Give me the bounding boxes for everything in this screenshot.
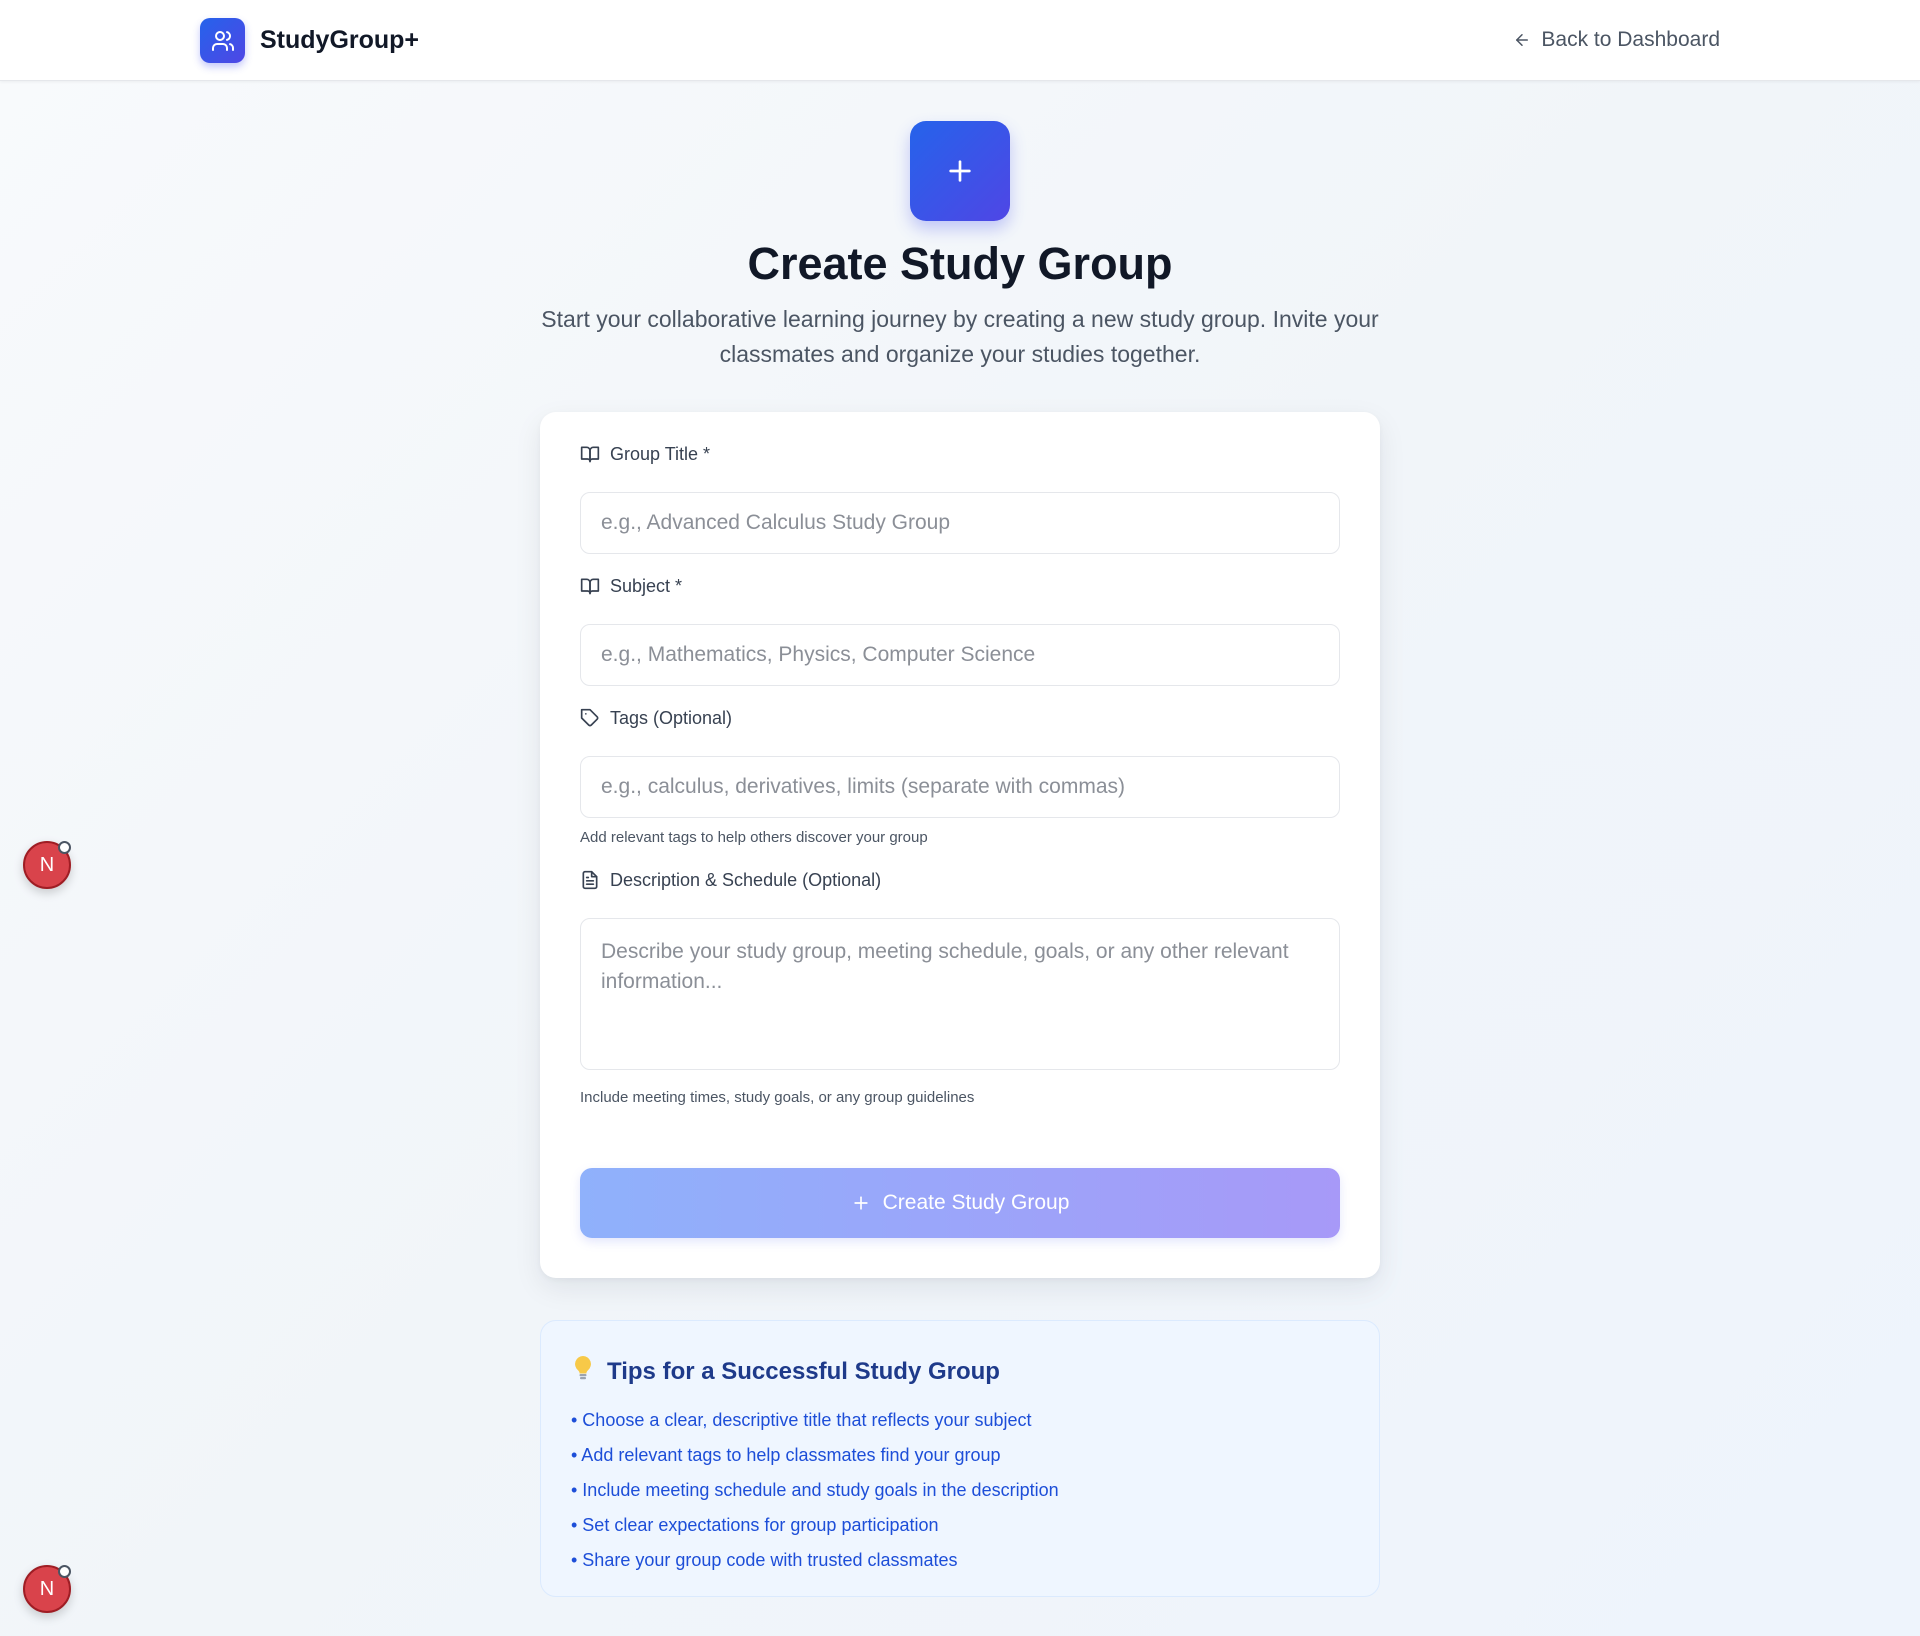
book-open-icon bbox=[580, 578, 600, 595]
create-study-group-button-label: Create Study Group bbox=[882, 1191, 1070, 1214]
subject-input[interactable] bbox=[580, 624, 1340, 686]
notification-dot bbox=[58, 1565, 71, 1578]
description-label-text: Description & Schedule (Optional) bbox=[610, 869, 882, 890]
page-subtitle: Start your collaborative learning journe… bbox=[541, 306, 1379, 367]
tags-hint: Add relevant tags to help others discove… bbox=[580, 829, 928, 846]
subject-label: Subject * bbox=[580, 574, 682, 598]
group-title-input[interactable] bbox=[580, 492, 1340, 554]
floating-badge-button[interactable]: N bbox=[23, 841, 71, 889]
tip-item: • Add relevant tags to help classmates f… bbox=[571, 1445, 1001, 1465]
description-textarea[interactable] bbox=[580, 918, 1340, 1070]
lightbulb-icon bbox=[573, 1355, 593, 1388]
tag-icon bbox=[580, 708, 599, 727]
group-title-label-text: Group Title * bbox=[610, 443, 711, 464]
plus-icon bbox=[853, 1196, 868, 1210]
top-navigation-bar: StudyGroup+ Back to Dashboard bbox=[0, 0, 1920, 81]
create-study-group-button[interactable]: Create Study Group bbox=[580, 1168, 1340, 1238]
floating-badge-label: N bbox=[39, 853, 55, 876]
subject-label-text: Subject * bbox=[610, 575, 683, 596]
users-icon bbox=[200, 18, 245, 63]
page-title: Create Study Group bbox=[747, 238, 1173, 289]
brand-name: StudyGroup+ bbox=[260, 26, 420, 54]
tip-item: • Include meeting schedule and study goa… bbox=[571, 1480, 1059, 1500]
arrow-left-icon bbox=[1516, 34, 1529, 46]
tips-panel: Tips for a Successful Study Group • Choo… bbox=[540, 1320, 1380, 1597]
group-title-label: Group Title * bbox=[580, 442, 710, 466]
tip-item: • Set clear expectations for group parti… bbox=[571, 1515, 939, 1535]
floating-badge-label: N bbox=[39, 1577, 55, 1600]
back-link-label: Back to Dashboard bbox=[1541, 28, 1720, 51]
tips-title-text: Tips for a Successful Study Group bbox=[607, 1357, 1000, 1385]
plus-icon bbox=[910, 121, 1010, 221]
book-open-icon bbox=[580, 446, 600, 463]
notification-dot bbox=[58, 841, 71, 854]
file-text-icon bbox=[582, 870, 598, 890]
create-group-form: Group Title * Subject * Tags (Optional) … bbox=[540, 412, 1380, 1278]
tags-input[interactable] bbox=[580, 756, 1340, 818]
floating-badge-button[interactable]: N bbox=[23, 1565, 71, 1613]
back-to-dashboard-link[interactable]: Back to Dashboard bbox=[1513, 26, 1720, 54]
description-label: Description & Schedule (Optional) bbox=[580, 868, 881, 892]
brand[interactable]: StudyGroup+ bbox=[200, 18, 419, 63]
tags-label: Tags (Optional) bbox=[580, 706, 732, 730]
tips-list: • Choose a clear, descriptive title that… bbox=[571, 1403, 1059, 1578]
tip-item: • Choose a clear, descriptive title that… bbox=[571, 1410, 1032, 1430]
description-hint: Include meeting times, study goals, or a… bbox=[580, 1089, 975, 1106]
tip-item: • Share your group code with trusted cla… bbox=[571, 1550, 958, 1570]
tips-title: Tips for a Successful Study Group bbox=[573, 1355, 1000, 1388]
tags-label-text: Tags (Optional) bbox=[610, 707, 733, 728]
